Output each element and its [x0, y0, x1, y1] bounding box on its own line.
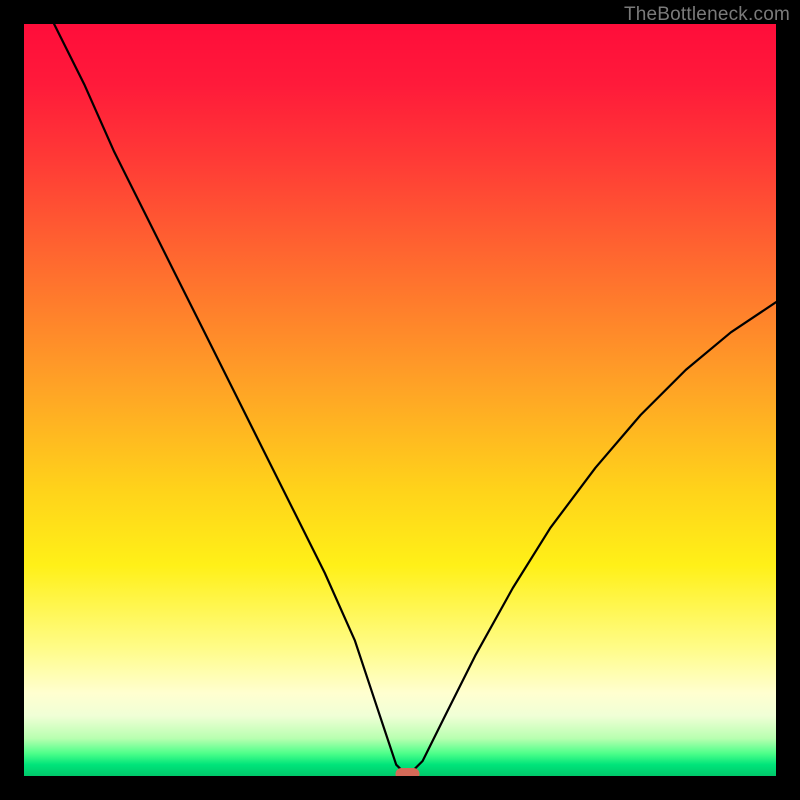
plot-area [24, 24, 776, 776]
watermark-text: TheBottleneck.com [624, 4, 790, 26]
chart-frame: TheBottleneck.com [0, 0, 800, 800]
bottleneck-curve [54, 24, 776, 776]
minimum-marker [396, 768, 420, 776]
curve-layer [24, 24, 776, 776]
